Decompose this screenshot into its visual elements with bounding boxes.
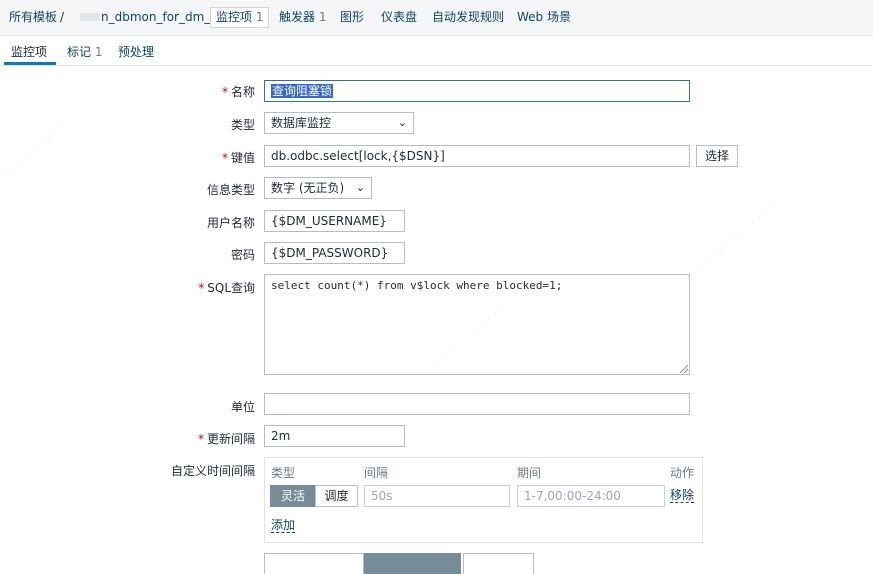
ci-header-action: 动作 <box>670 466 695 480</box>
subtab-preprocessing[interactable]: 预处理 <box>118 43 154 60</box>
bottom-segment-left[interactable] <box>264 553 364 574</box>
username-label: 用户名称 <box>206 216 255 230</box>
tab-triggers-label: 触发器 <box>279 10 316 24</box>
units-label: 单位 <box>230 400 255 414</box>
subtab-item[interactable]: 监控项 <box>11 43 47 60</box>
select-key-button[interactable]: 选择 <box>696 145 738 167</box>
ci-remove-link[interactable]: 移除 <box>670 488 695 503</box>
update-interval-label-text: 更新间隔 <box>206 432 255 446</box>
type-select[interactable]: 数据库监控 ⌄ <box>264 112 414 134</box>
key-label: * 键值 <box>4 149 255 166</box>
breadcrumb-bar: 所有模板 / n_dbmon_for_dm_bg 监控项 1 触发器 1 图形 … <box>0 0 873 36</box>
info-type-label: 信息类型 <box>206 183 255 197</box>
ci-period-input[interactable]: 1-7,00:00-24:00 <box>517 485 665 507</box>
name-input-value: 查询阻塞锁 <box>271 84 334 98</box>
update-interval-label: * 更新间隔 <box>4 430 255 447</box>
tab-triggers-count: 1 <box>318 10 327 24</box>
redacted-text <box>80 13 100 21</box>
tab-dashboards[interactable]: 仪表盘 <box>381 9 417 25</box>
custom-intervals-label: 自定义时间间隔 <box>170 464 255 478</box>
ci-add-link[interactable]: 添加 <box>271 518 296 533</box>
bottom-segment-active[interactable] <box>364 553 461 574</box>
ci-header-interval: 间隔 <box>364 466 389 480</box>
sql-label: * SQL查询 <box>4 279 255 296</box>
key-label-text: 键值 <box>230 151 255 165</box>
ci-interval-input[interactable]: 50s <box>364 485 510 507</box>
ci-header-type: 类型 <box>271 466 296 480</box>
tab-items-count: 1 <box>255 10 264 24</box>
subtab-tags[interactable]: 标记 1 <box>67 43 102 60</box>
ci-scheduling-toggle[interactable]: 调度 <box>315 485 358 507</box>
password-label: 密码 <box>230 248 255 262</box>
active-tab-indicator <box>4 62 56 65</box>
subtab-tags-count: 1 <box>94 45 103 59</box>
sql-query-textarea[interactable]: select count(*) from v$lock where blocke… <box>264 274 690 375</box>
required-mark: * <box>221 151 228 165</box>
tab-graphs[interactable]: 图形 <box>340 9 364 25</box>
units-input[interactable] <box>264 393 690 415</box>
cutoff-option <box>264 553 364 574</box>
info-type-select[interactable]: 数字 (无正负) ⌄ <box>264 177 372 199</box>
breadcrumb-all-templates[interactable]: 所有模板 <box>9 9 57 25</box>
required-mark: * <box>221 85 228 99</box>
sql-query-value: select count(*) from v$lock where blocke… <box>271 279 563 292</box>
resize-handle-icon[interactable] <box>680 365 688 373</box>
subtab-tags-label: 标记 <box>67 45 92 59</box>
watermark: · · · · · · · · · · · · <box>696 201 779 274</box>
username-input[interactable]: {$DM_USERNAME} <box>264 210 405 232</box>
tab-items-label: 监控项 <box>216 10 253 24</box>
chevron-down-icon: ⌄ <box>397 116 407 129</box>
bottom-input[interactable] <box>463 553 534 574</box>
cutoff-option-active <box>364 553 461 574</box>
type-select-value: 数据库监控 <box>271 116 332 130</box>
breadcrumb-separator: / <box>60 10 65 24</box>
password-input[interactable]: {$DM_PASSWORD} <box>264 242 405 264</box>
name-input[interactable]: 查询阻塞锁 <box>264 80 690 102</box>
form-tabs: 监控项 标记 1 预处理 <box>0 36 873 66</box>
sql-label-text: SQL查询 <box>207 281 255 295</box>
custom-intervals-table: 类型 间隔 期间 动作 灵活 调度 50s 1-7,00:00-24:00 移除… <box>264 457 703 543</box>
required-mark: * <box>197 432 204 446</box>
info-type-select-value: 数字 (无正负) <box>271 181 345 195</box>
ci-flexible-toggle[interactable]: 灵活 <box>270 485 316 507</box>
name-label: * 名称 <box>4 83 255 100</box>
cutoff-input <box>463 553 534 574</box>
tab-web-scenarios[interactable]: Web 场景 <box>517 9 571 25</box>
breadcrumb-template-name[interactable]: n_dbmon_for_dm_bg <box>101 9 226 25</box>
tab-triggers[interactable]: 触发器 1 <box>279 9 326 25</box>
tab-items[interactable]: 监控项 1 <box>210 7 270 28</box>
update-interval-input[interactable]: 2m <box>264 425 405 447</box>
chevron-down-icon: ⌄ <box>355 181 365 194</box>
type-label: 类型 <box>230 118 255 132</box>
name-label-text: 名称 <box>230 85 255 99</box>
key-input[interactable]: db.odbc.select[lock,{$DSN}] <box>264 145 690 167</box>
tab-discovery-rules[interactable]: 自动发现规则 <box>432 9 504 25</box>
required-mark: * <box>198 281 205 295</box>
ci-header-period: 期间 <box>517 466 542 480</box>
